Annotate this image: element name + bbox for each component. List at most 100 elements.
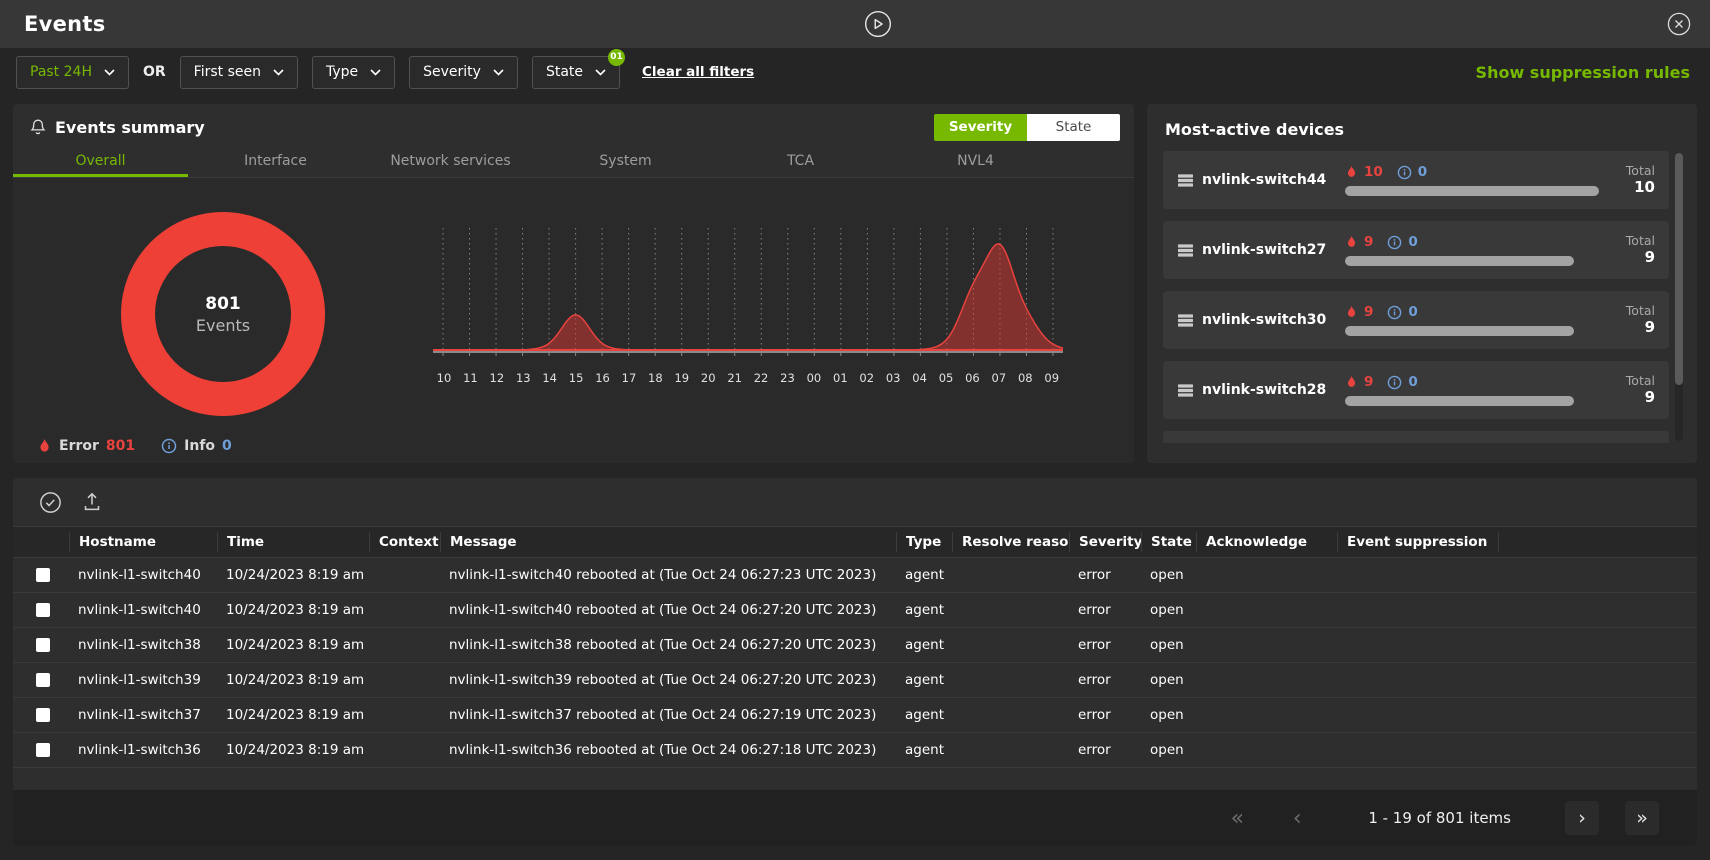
severity-state-toggle: Severity State — [934, 114, 1120, 141]
x-axis-tick-label: 12 — [487, 371, 507, 385]
cell-time: 10/24/2023 8:19 am — [217, 602, 369, 618]
cell-type: agent — [896, 567, 952, 583]
device-error-count: 10 — [1364, 164, 1383, 180]
chevron-down-icon — [595, 69, 606, 76]
x-axis-tick-label: 11 — [460, 371, 480, 385]
type-label: Type — [326, 64, 358, 80]
pagination-prev-button[interactable]: ‹ — [1280, 801, 1314, 835]
device-info-count: 0 — [1408, 304, 1417, 320]
cell-state: open — [1141, 602, 1196, 618]
device-name: nvlink-switch28 — [1202, 382, 1326, 398]
cell-message: nvlink-l1-switch36 rebooted at (Tue Oct … — [440, 742, 896, 758]
events-summary-panel: Events summary Severity State Overall In… — [13, 104, 1134, 463]
header-type[interactable]: Type — [896, 532, 952, 552]
table-row: nvlink-l1-switch36 10/24/2023 8:19 am nv… — [13, 733, 1697, 768]
cell-message: nvlink-l1-switch37 rebooted at (Tue Oct … — [440, 707, 896, 723]
donut-ring: 801 Events — [121, 212, 325, 416]
time-range-dropdown[interactable]: Past 24H — [16, 56, 129, 89]
cell-time: 10/24/2023 8:19 am — [217, 672, 369, 688]
chevron-down-icon — [493, 69, 504, 76]
row-checkbox[interactable] — [36, 708, 50, 722]
events-legend: Error 801 Info 0 — [13, 429, 1134, 463]
x-axis-tick-label: 18 — [645, 371, 665, 385]
donut-total-label: Events — [196, 316, 250, 335]
toggle-severity[interactable]: Severity — [934, 114, 1027, 141]
header-time[interactable]: Time — [217, 532, 369, 552]
device-activity-bar — [1345, 256, 1574, 266]
row-checkbox[interactable] — [36, 673, 50, 687]
select-check-circle-icon[interactable] — [39, 491, 62, 514]
tab-overall[interactable]: Overall — [13, 146, 188, 177]
row-checkbox[interactable] — [36, 743, 50, 757]
device-error-count: 9 — [1364, 374, 1373, 390]
device-card[interactable]: nvlink-switch27 9 0 Total 9 — [1163, 221, 1669, 279]
clear-all-filters-link[interactable]: Clear all filters — [642, 64, 754, 80]
device-card[interactable]: nvlink-switch30 9 0 Total 9 — [1163, 291, 1669, 349]
tab-tca[interactable]: TCA — [713, 146, 888, 177]
legend-error-label: Error — [59, 438, 99, 454]
header-context[interactable]: Context — [369, 532, 440, 552]
cell-severity: error — [1069, 637, 1141, 653]
flame-icon — [1345, 305, 1358, 319]
header-severity[interactable]: Severity — [1069, 532, 1141, 552]
x-axis-tick-label: 20 — [698, 371, 718, 385]
info-icon — [1387, 375, 1402, 390]
state-dropdown[interactable]: State 01 — [532, 56, 620, 89]
pagination-first-button[interactable]: « — [1220, 801, 1254, 835]
close-icon[interactable] — [1666, 11, 1692, 41]
device-card[interactable]: nvlink-switch21 9 0 Total 9 — [1163, 431, 1669, 443]
x-axis-tick-label: 13 — [513, 371, 533, 385]
topbar: Events — [0, 0, 1710, 48]
time-range-label: Past 24H — [30, 64, 92, 80]
header-acknowledge[interactable]: Acknowledge — [1196, 532, 1337, 552]
device-list-scrollbar-thumb[interactable] — [1675, 153, 1683, 385]
table-row: nvlink-l1-switch40 10/24/2023 8:19 am nv… — [13, 593, 1697, 628]
pagination-last-button[interactable]: » — [1625, 801, 1659, 835]
tab-system[interactable]: System — [538, 146, 713, 177]
tab-network-services[interactable]: Network services — [363, 146, 538, 177]
legend-error: Error 801 — [37, 438, 135, 454]
type-dropdown[interactable]: Type — [312, 56, 395, 89]
row-checkbox[interactable] — [36, 638, 50, 652]
cell-state: open — [1141, 567, 1196, 583]
cell-hostname: nvlink-l1-switch40 — [69, 567, 217, 583]
header-checkbox-column — [13, 532, 69, 552]
device-card[interactable]: nvlink-switch28 9 0 Total 9 — [1163, 361, 1669, 419]
header-hostname[interactable]: Hostname — [69, 532, 217, 552]
cell-severity: error — [1069, 567, 1141, 583]
cell-state: open — [1141, 707, 1196, 723]
state-label: State — [546, 64, 583, 80]
cell-message: nvlink-l1-switch40 rebooted at (Tue Oct … — [440, 567, 896, 583]
export-icon[interactable] — [82, 491, 102, 513]
events-timeline-svg — [433, 214, 1063, 364]
x-axis-tick-label: 06 — [962, 371, 982, 385]
x-axis-tick-label: 14 — [540, 371, 560, 385]
severity-dropdown[interactable]: Severity — [409, 56, 518, 89]
header-event-suppression[interactable]: Event suppression — [1337, 532, 1498, 552]
row-checkbox[interactable] — [36, 603, 50, 617]
cell-severity: error — [1069, 707, 1141, 723]
x-axis-labels: 1011121314151617181920212223000102030405… — [433, 368, 1063, 385]
first-seen-dropdown[interactable]: First seen — [180, 56, 298, 89]
header-message[interactable]: Message — [440, 532, 896, 552]
device-card[interactable]: nvlink-switch44 10 0 Total 10 — [1163, 151, 1669, 209]
x-axis-tick-label: 08 — [1015, 371, 1035, 385]
cell-severity: error — [1069, 742, 1141, 758]
show-suppression-rules-link[interactable]: Show suppression rules — [1476, 63, 1694, 82]
chevron-down-icon — [273, 69, 284, 76]
toggle-state[interactable]: State — [1027, 114, 1120, 141]
pagination-next-button[interactable]: › — [1565, 801, 1599, 835]
cell-type: agent — [896, 637, 952, 653]
tab-nvl4[interactable]: NVL4 — [888, 146, 1063, 177]
header-state[interactable]: State — [1141, 532, 1196, 552]
events-summary-tabs: Overall Interface Network services Syste… — [13, 146, 1134, 178]
cell-time: 10/24/2023 8:19 am — [217, 742, 369, 758]
play-circle-icon[interactable] — [863, 9, 893, 43]
row-checkbox[interactable] — [36, 568, 50, 582]
tab-interface[interactable]: Interface — [188, 146, 363, 177]
severity-label: Severity — [423, 64, 481, 80]
cell-type: agent — [896, 602, 952, 618]
header-resolve-reason[interactable]: Resolve reason — [952, 532, 1069, 552]
first-seen-label: First seen — [194, 64, 261, 80]
header-empty — [1498, 532, 1697, 552]
